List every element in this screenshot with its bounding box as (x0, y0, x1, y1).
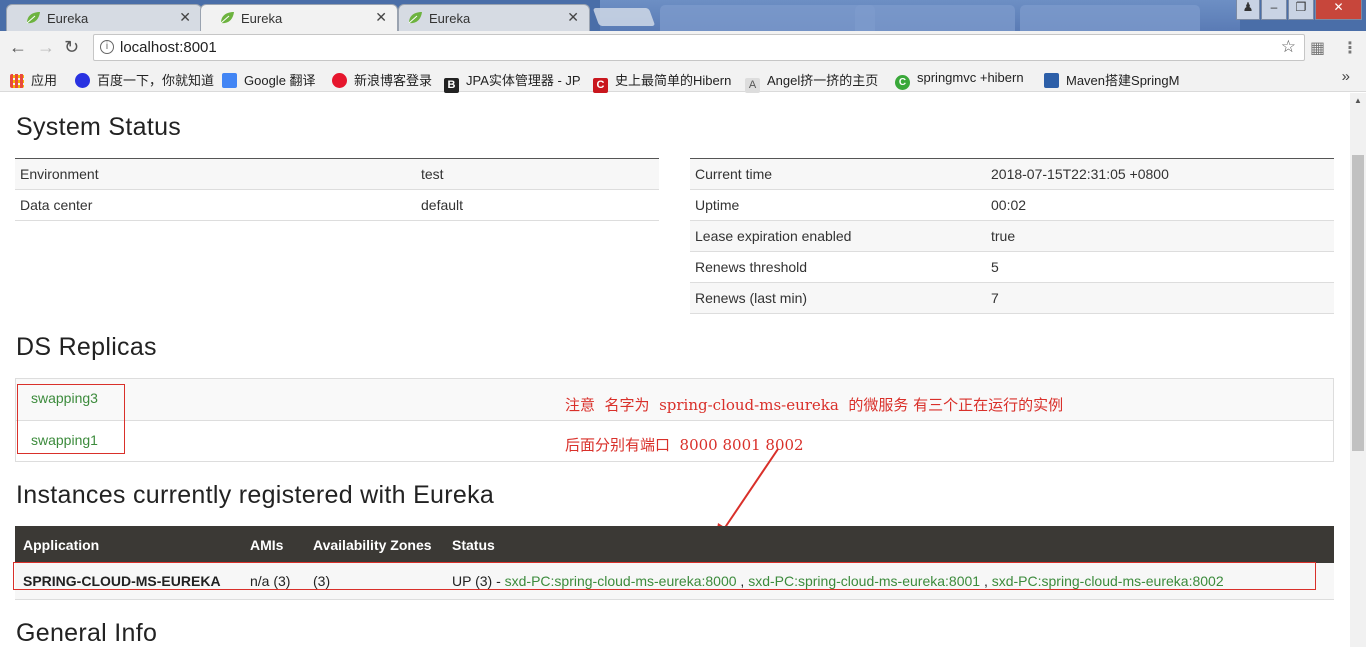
bookmarks-overflow-icon[interactable]: » (1342, 68, 1350, 85)
status-key: Lease expiration enabled (690, 220, 986, 252)
bookmark-angel[interactable]: A Angel挤一挤的主页 (745, 70, 880, 93)
address-bar[interactable]: i localhost:8001 ☆ (93, 34, 1305, 61)
site-info-icon[interactable]: i (100, 40, 114, 54)
bookmark-hibernate[interactable]: C 史上最简单的Hibern (593, 70, 733, 93)
bookmark-label: Angel挤一挤的主页 (767, 73, 879, 88)
scrollbar-thumb[interactable] (1352, 155, 1364, 451)
user-profile-icon[interactable]: ♟ (1236, 0, 1260, 20)
column-header-amis: AMIs (242, 526, 305, 563)
status-key: Renews threshold (690, 251, 986, 283)
bookmark-google-translate[interactable]: Google 翻译 (222, 70, 316, 89)
angel-icon: A (745, 78, 760, 93)
status-value: 2018-07-15T22:31:05 +0800 (986, 158, 1334, 190)
menu-kebab-icon[interactable]: ⋮ (1342, 38, 1358, 58)
table-row: Renews threshold 5 (690, 251, 1334, 283)
background-window-tab (1020, 5, 1200, 31)
browser-tab-1[interactable]: Eureka ✕ (6, 4, 202, 31)
status-value: test (416, 158, 659, 190)
status-key: Current time (690, 158, 986, 190)
table-row: Current time 2018-07-15T22:31:05 +0800 (690, 158, 1334, 190)
browser-tab-3[interactable]: Eureka ✕ (398, 4, 590, 31)
bookmark-apps[interactable]: 应用 (10, 70, 57, 89)
annotation-box-replicas (17, 384, 125, 454)
scroll-up-icon[interactable]: ▲ (1354, 96, 1362, 105)
tab-close-icon[interactable]: ✕ (179, 9, 191, 26)
column-header-application: Application (15, 526, 242, 563)
tab-close-icon[interactable]: ✕ (567, 9, 579, 26)
status-key: Renews (last min) (690, 282, 986, 314)
browser-tab-2[interactable]: Eureka ✕ (200, 4, 398, 31)
tab-title: Eureka (47, 11, 89, 26)
bookmark-label: 应用 (31, 73, 58, 88)
spring-leaf-icon (220, 12, 234, 24)
bookmark-baidu[interactable]: 百度一下，你就知道 (75, 70, 214, 89)
page-scrollbar[interactable]: ▲ (1350, 93, 1366, 647)
maximize-icon[interactable]: ❐ (1288, 0, 1314, 20)
status-key: Uptime (690, 189, 986, 221)
bookmark-label: 百度一下，你就知道 (97, 73, 215, 88)
tab-close-icon[interactable]: ✕ (375, 9, 387, 26)
column-header-status: Status (444, 526, 1334, 563)
system-status-right-table: Current time 2018-07-15T22:31:05 +0800 U… (690, 158, 1334, 314)
google-translate-icon (222, 73, 237, 88)
browser-toolbar: ← → ↻ i localhost:8001 ☆ ▦ ⋮ (0, 31, 1366, 64)
status-key: Environment (15, 158, 416, 190)
b-letter-icon: B (444, 78, 459, 93)
table-row: Data center default (15, 189, 659, 221)
bookmarks-bar: 应用 百度一下，你就知道 Google 翻译 新浪博客登录 B JPA实体管理器 … (0, 64, 1366, 93)
back-icon[interactable]: ← (9, 37, 27, 58)
spring-leaf-icon (26, 12, 40, 24)
apps-grid-icon (10, 74, 24, 88)
annotation-note-line1: 注意 名字为 spring-cloud-ms-eureka 的微服务 有三个正在… (565, 396, 1064, 414)
annotation-box-instances (13, 562, 1316, 590)
column-header-availability-zones: Availability Zones (305, 526, 444, 563)
reload-icon[interactable]: ↻ (64, 37, 79, 58)
status-key: Data center (15, 189, 416, 221)
forward-icon[interactable]: → (37, 37, 55, 58)
ds-replicas-heading: DS Replicas (16, 333, 157, 361)
bookmark-label: 新浪博客登录 (354, 73, 433, 88)
background-window-tab (660, 5, 875, 31)
instances-heading: Instances currently registered with Eure… (16, 481, 495, 509)
table-header-row: Application AMIs Availability Zones Stat… (15, 526, 1334, 563)
table-row: Environment test (15, 158, 659, 190)
weibo-icon (332, 73, 347, 88)
bookmark-label: JPA实体管理器 - JPA (466, 73, 580, 88)
tab-title: Eureka (241, 11, 283, 26)
status-value: default (416, 189, 659, 221)
status-value: true (986, 220, 1334, 252)
bookmark-label: Maven搭建SpringM (1066, 73, 1180, 88)
bookmark-label: Google 翻译 (244, 73, 316, 88)
extension-icon[interactable]: ▦ (1310, 38, 1325, 58)
table-row: Uptime 00:02 (690, 189, 1334, 221)
bookmark-springmvc[interactable]: Cspringmvc +hibern (895, 70, 1033, 90)
page-viewport: System Status Environment test Data cent… (0, 93, 1350, 647)
cnblogs-icon (1044, 73, 1059, 88)
system-status-heading: System Status (16, 113, 182, 141)
bookmark-label: springmvc +hibern (917, 70, 1024, 85)
baidu-paw-icon (75, 73, 90, 88)
status-value: 7 (986, 282, 1334, 314)
spring-leaf-icon (408, 12, 422, 24)
bookmark-maven[interactable]: Maven搭建SpringM (1044, 70, 1184, 89)
browser-tab-strip: Eureka ✕ Eureka ✕ Eureka ✕ ♟ – ❐ ✕ (0, 0, 1366, 31)
background-window-tab (855, 5, 1015, 31)
status-value: 00:02 (986, 189, 1334, 221)
bookmark-sina-blog[interactable]: 新浪博客登录 (332, 70, 432, 89)
tab-title: Eureka (429, 11, 471, 26)
minimize-icon[interactable]: – (1261, 0, 1287, 20)
table-row: Lease expiration enabled true (690, 220, 1334, 252)
close-window-icon[interactable]: ✕ (1315, 0, 1362, 20)
csdn-c-icon: C (593, 78, 608, 93)
new-tab-button[interactable] (592, 8, 656, 26)
bookmark-star-icon[interactable]: ☆ (1281, 37, 1296, 57)
table-row: Renews (last min) 7 (690, 282, 1334, 314)
status-value: 5 (986, 251, 1334, 283)
general-info-heading: General Info (16, 619, 158, 647)
address-url[interactable]: localhost:8001 (120, 39, 217, 56)
green-c-icon: C (895, 75, 910, 90)
bookmark-label: 史上最简单的Hibern (615, 73, 732, 88)
system-status-left-table: Environment test Data center default (15, 158, 659, 221)
bookmark-jpa[interactable]: B JPA实体管理器 - JPA (444, 70, 580, 93)
